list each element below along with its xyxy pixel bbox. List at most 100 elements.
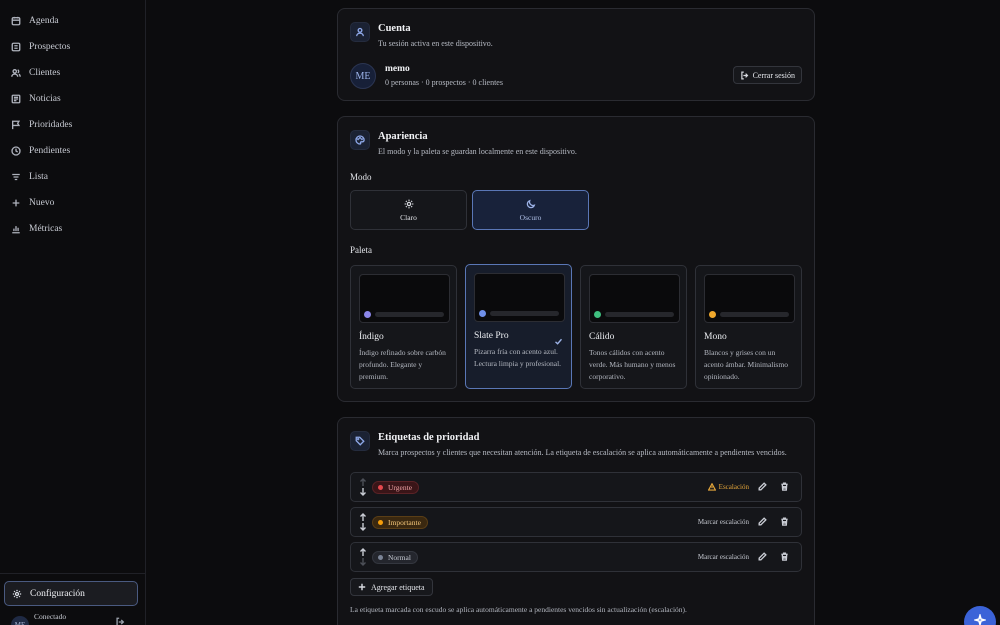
tag-row-normal: Normal Marcar escalación: [350, 542, 802, 572]
move-down-icon[interactable]: [359, 487, 367, 496]
sidebar-item-prospectos[interactable]: Prospectos: [0, 34, 146, 60]
escalation-badge[interactable]: Escalación: [707, 483, 749, 491]
mode-light-button[interactable]: Claro: [350, 190, 467, 230]
appearance-card: Apariencia El modo y la paleta se guarda…: [337, 116, 815, 402]
user-status: Conectado: [34, 612, 67, 621]
calendar-icon: [11, 16, 21, 26]
delete-button[interactable]: [780, 517, 789, 528]
logout-button[interactable]: [115, 617, 125, 625]
contact-card-icon: [11, 42, 21, 52]
users-icon: [11, 69, 21, 77]
mode-dark-button[interactable]: Oscuro: [472, 190, 589, 230]
sun-icon: [404, 199, 413, 208]
card-subtitle: Marca prospectos y clientes que necesita…: [378, 448, 787, 457]
palette-name: Índigo: [359, 332, 384, 342]
sidebar-nav: Agenda Prospectos Clientes Noticias Prio…: [0, 8, 146, 242]
sidebar-item-clientes[interactable]: Clientes: [0, 60, 146, 86]
card-subtitle: El modo y la paleta se guardan localment…: [378, 147, 577, 156]
sidebar-item-noticias[interactable]: Noticias: [0, 86, 146, 112]
mark-escalation-button[interactable]: Marcar escalación: [698, 518, 749, 526]
sidebar-item-label: Pendientes: [29, 146, 71, 156]
move-up-icon[interactable]: [359, 478, 367, 487]
edit-button[interactable]: [758, 552, 767, 563]
palette-preview: [589, 274, 680, 323]
logout-icon: [740, 71, 748, 79]
trash-icon: [781, 517, 788, 526]
sidebar-item-pendientes[interactable]: Pendientes: [0, 138, 146, 164]
delete-button[interactable]: [780, 482, 789, 493]
logout-label: Cerrar sesión: [752, 70, 795, 80]
palette-description: Índigo refinado sobre carbón profundo. E…: [359, 348, 446, 381]
warning-icon: [707, 483, 716, 491]
palette-preview: [474, 273, 565, 322]
logout-button[interactable]: Cerrar sesión: [732, 66, 802, 84]
palette-description: Blancos y grises con un acento ámbar. Mi…: [704, 348, 788, 381]
newspaper-icon: [11, 94, 21, 104]
delete-button[interactable]: [780, 552, 789, 563]
user-name: memo: [385, 64, 410, 74]
tag-pill: Importante: [372, 516, 428, 529]
tag-label: Importante: [388, 518, 421, 527]
footnote: La etiqueta marcada con escudo se aplica…: [350, 605, 687, 614]
sidebar-item-metricas[interactable]: Métricas: [0, 216, 146, 242]
move-up-icon[interactable]: [359, 548, 367, 557]
tag-icon: [355, 436, 365, 446]
plus-icon: [12, 199, 20, 207]
palette-icon: [355, 135, 365, 145]
sidebar-item-label: Nuevo: [29, 198, 55, 208]
palette-accent-dot: [709, 311, 716, 318]
palette-accent-dot: [594, 311, 601, 318]
card-icon: [350, 130, 370, 150]
pencil-icon: [758, 482, 767, 491]
sidebar-item-prioridades[interactable]: Prioridades: [0, 112, 146, 138]
palette-option-calido[interactable]: Cálido Tonos cálidos con acento verde. M…: [580, 265, 687, 389]
sidebar: Agenda Prospectos Clientes Noticias Prio…: [0, 0, 146, 625]
palette-preview-bar: [720, 312, 789, 317]
sidebar-item-lista[interactable]: Lista: [0, 164, 146, 190]
moon-icon: [526, 199, 535, 208]
avatar: ME: [350, 63, 376, 89]
trash-icon: [781, 552, 788, 561]
card-title: Apariencia: [378, 131, 428, 142]
sidebar-item-label: Clientes: [29, 68, 61, 78]
pencil-icon: [758, 552, 767, 561]
sidebar-item-label: Prioridades: [29, 120, 73, 130]
reorder-arrows: [359, 478, 367, 498]
pencil-icon: [758, 517, 767, 526]
avatar: ME: [11, 616, 29, 625]
sidebar-item-configuracion[interactable]: Configuración: [4, 581, 138, 606]
tag-row-urgente: Urgente Escalación: [350, 472, 802, 502]
card-icon: [350, 431, 370, 451]
tag-pill: Normal: [372, 551, 418, 564]
sidebar-item-label: Agenda: [29, 16, 59, 26]
palette-option-mono[interactable]: Mono Blancos y grises con un acento ámba…: [695, 265, 802, 389]
gear-icon: [12, 589, 22, 598]
palette-name: Mono: [704, 332, 727, 342]
sidebar-divider: [0, 573, 146, 574]
mark-escalation-button[interactable]: Marcar escalación: [698, 553, 749, 561]
sidebar-item-label: Configuración: [30, 588, 85, 599]
clock-icon: [11, 146, 21, 156]
sidebar-item-agenda[interactable]: Agenda: [0, 8, 146, 34]
edit-button[interactable]: [758, 517, 767, 528]
sidebar-item-nuevo[interactable]: Nuevo: [0, 190, 146, 216]
sidebar-item-label: Prospectos: [29, 42, 71, 52]
priority-tags-card: Etiquetas de prioridad Marca prospectos …: [337, 417, 815, 625]
card-title: Etiquetas de prioridad: [378, 432, 480, 443]
tag-label: Urgente: [388, 483, 413, 492]
tag-color-dot: [378, 520, 383, 525]
assistant-fab-button[interactable]: [964, 606, 996, 625]
mode-label: Modo: [350, 172, 372, 182]
move-up-icon[interactable]: [359, 513, 367, 522]
sparkles-icon: [974, 614, 986, 625]
edit-button[interactable]: [758, 482, 767, 493]
palette-preview: [359, 274, 450, 323]
mode-label-text: Claro: [400, 212, 417, 222]
account-card: Cuenta Tu sesión activa en este disposit…: [337, 8, 815, 101]
move-down-icon[interactable]: [359, 522, 367, 531]
palette-option-slate-pro[interactable]: Slate Pro Pizarra fría con acento azul. …: [465, 264, 572, 389]
list-filter-icon: [12, 173, 20, 181]
palette-option-indigo[interactable]: Índigo Índigo refinado sobre carbón prof…: [350, 265, 457, 389]
add-tag-button[interactable]: Agregar etiqueta: [350, 578, 433, 596]
move-down-icon[interactable]: [359, 557, 367, 566]
